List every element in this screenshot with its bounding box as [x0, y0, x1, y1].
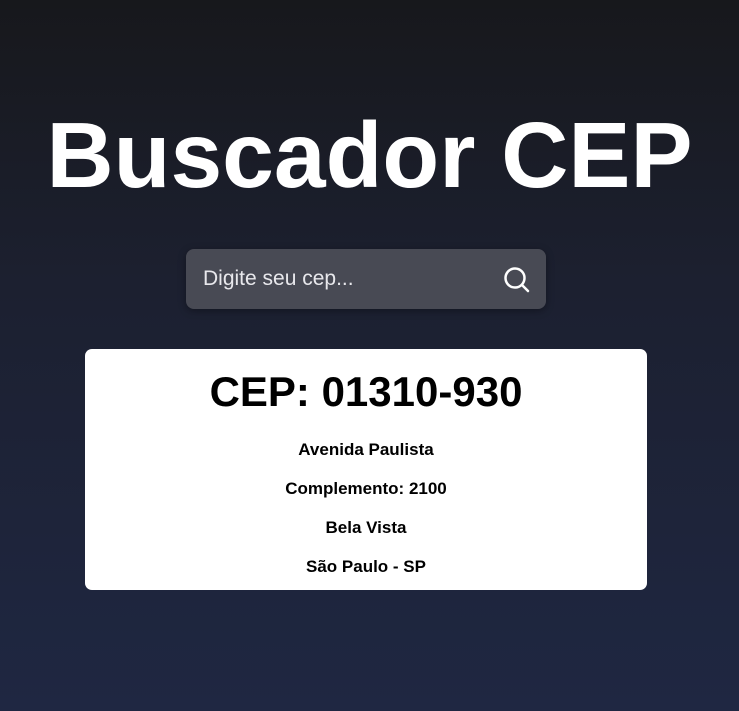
complement: Complemento: 2100: [285, 479, 447, 498]
page-title: Buscador CEP: [46, 103, 693, 207]
search-bar: [186, 249, 546, 309]
search-icon: [504, 267, 530, 293]
result-card: CEP: 01310-930 Avenida Paulista Compleme…: [85, 349, 647, 590]
street: Avenida Paulista: [298, 440, 434, 459]
cep-heading: CEP: 01310-930: [209, 368, 523, 415]
city-state: São Paulo - SP: [306, 557, 426, 576]
neighborhood: Bela Vista: [325, 518, 407, 537]
cep-input[interactable]: [186, 249, 503, 309]
search-button[interactable]: [502, 265, 532, 295]
